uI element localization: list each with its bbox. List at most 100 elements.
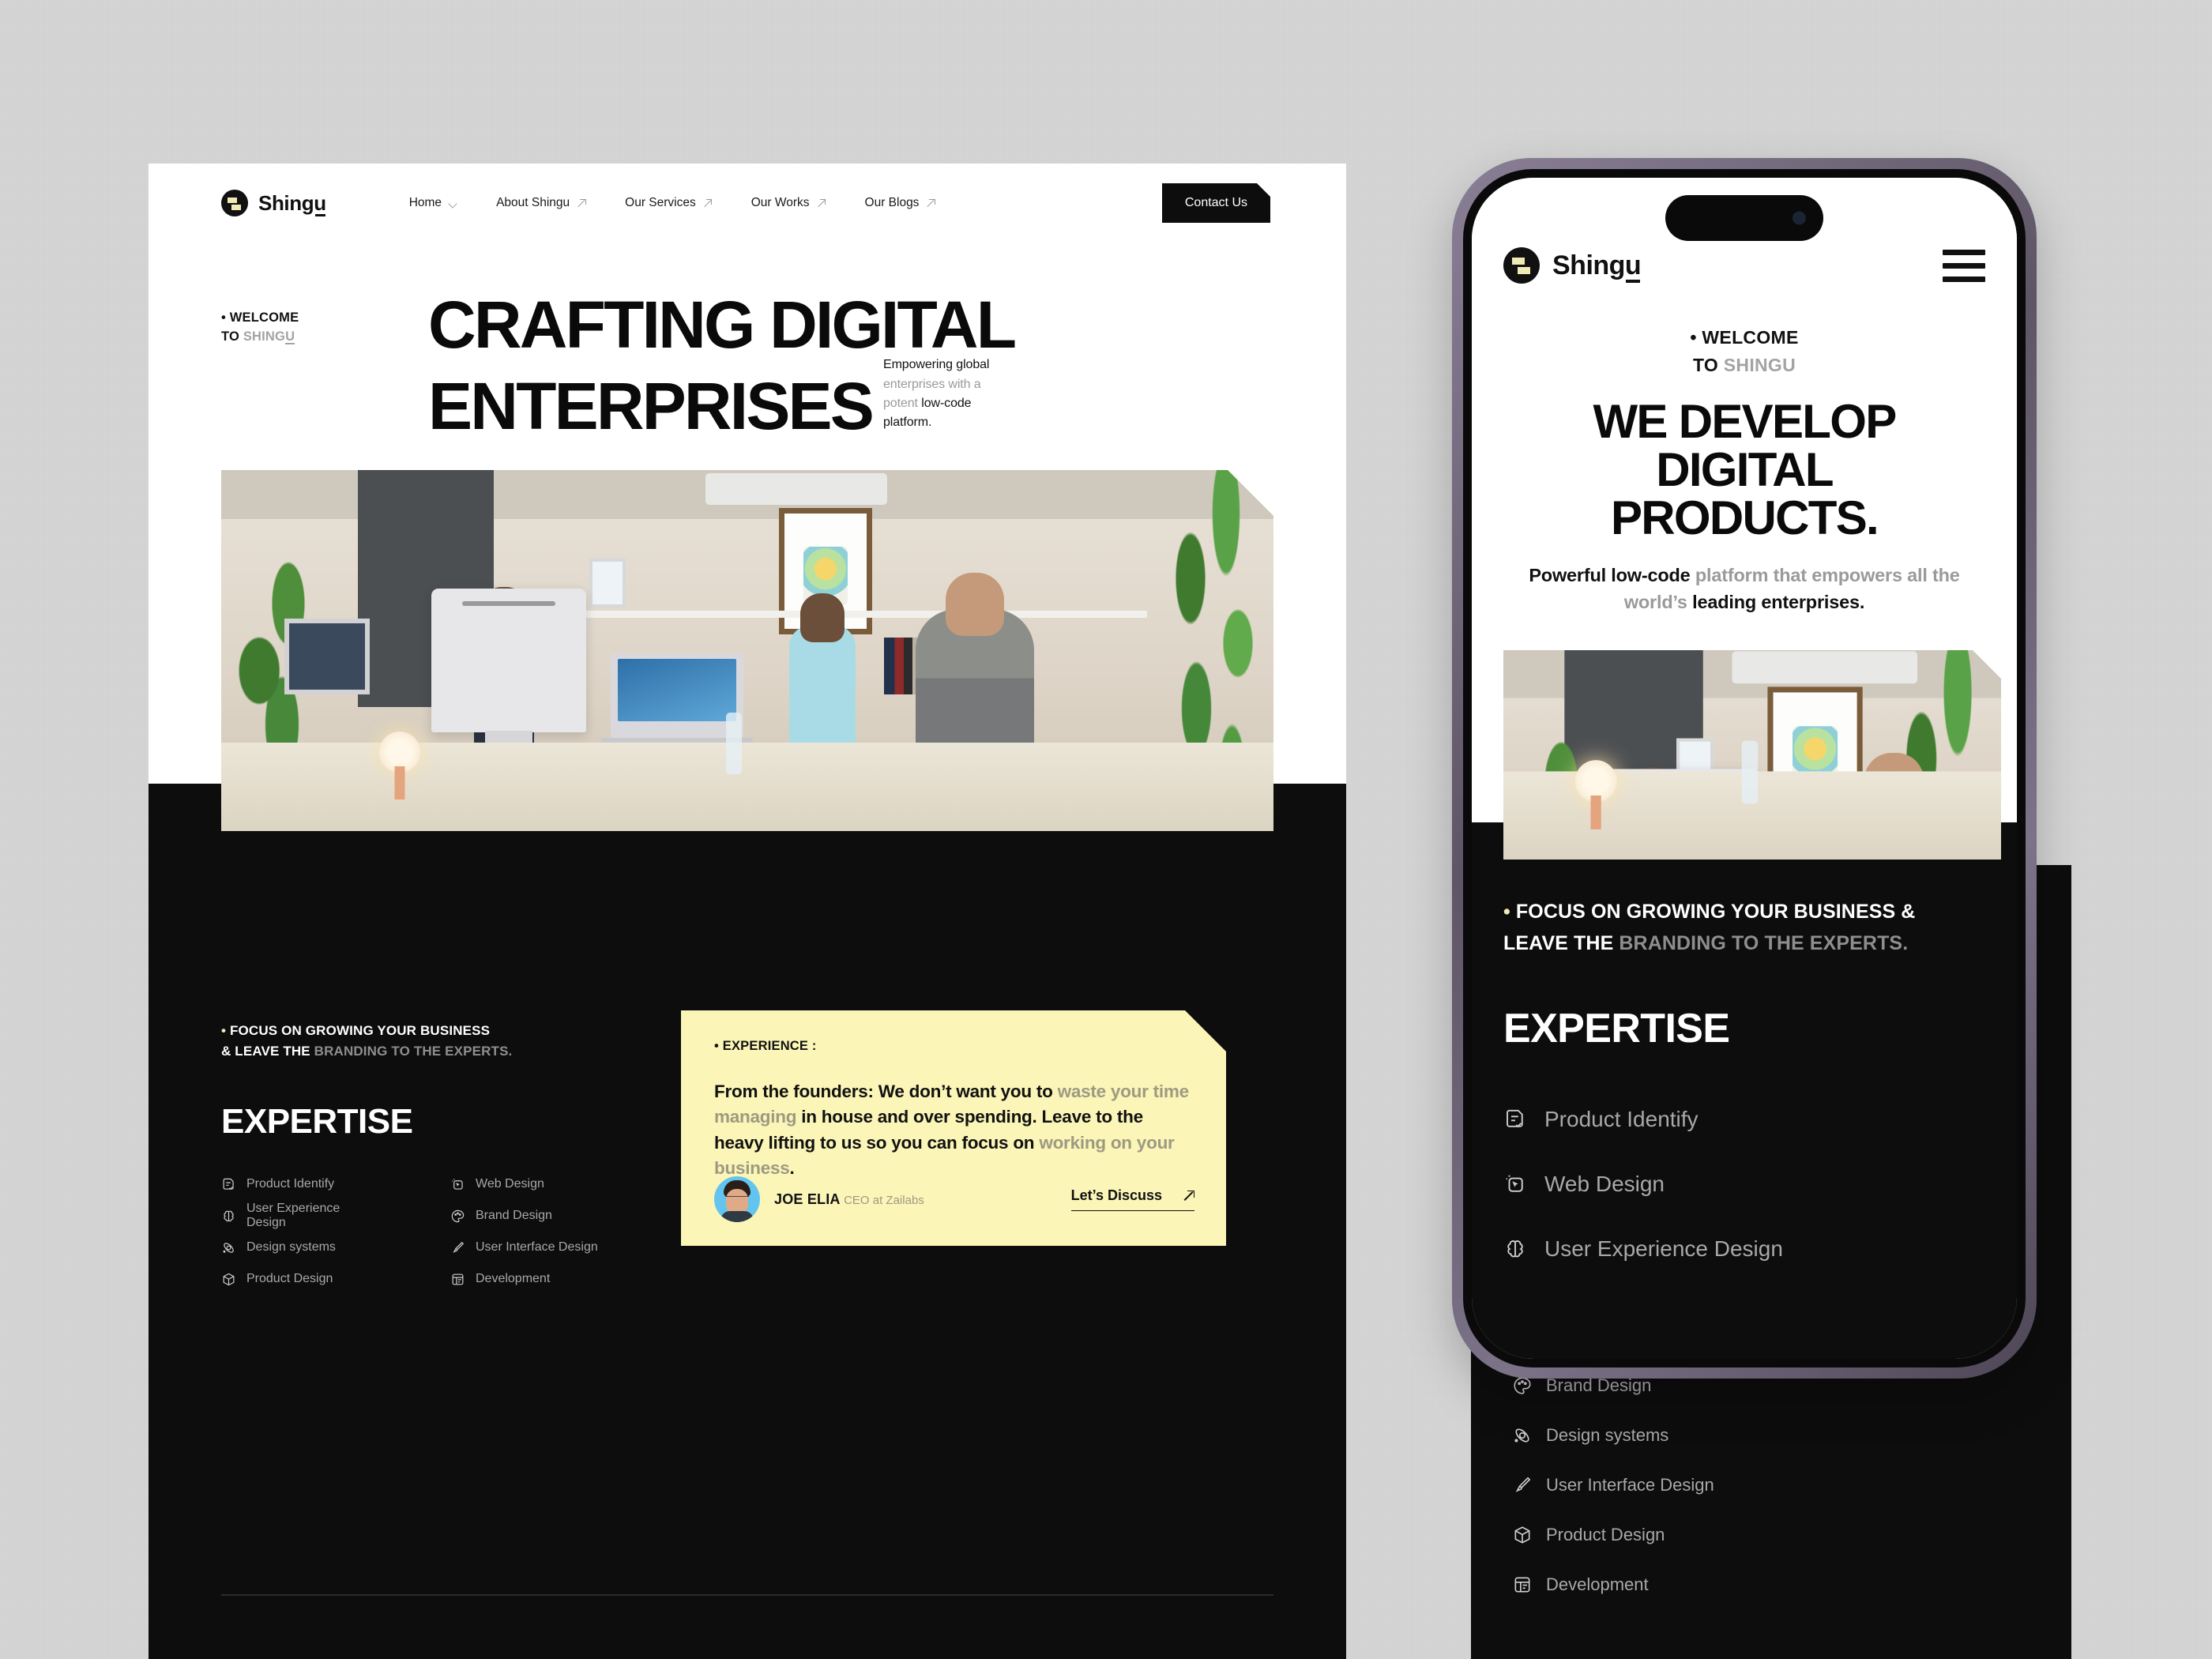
expertise-label: User Experience Design: [1544, 1236, 1783, 1261]
arrow-up-right-icon: [817, 198, 826, 208]
expertise-label: Product Design: [1546, 1525, 1665, 1545]
bullet-dot: •: [1503, 901, 1510, 923]
lets-discuss-link[interactable]: Let’s Discuss: [1071, 1187, 1194, 1211]
expertise-label: Brand Design: [1546, 1375, 1652, 1396]
expertise-label: Design systems: [1546, 1425, 1669, 1446]
welcome-to: TO: [1692, 354, 1724, 375]
expertise-label: Product Identify: [246, 1177, 335, 1191]
document-check-icon: [1507, 1109, 1523, 1128]
mobile-screen-expertise-item-web-design[interactable]: Web Design: [1503, 1152, 1985, 1217]
expertise-label: User Experience Design: [246, 1202, 340, 1229]
office-photo: [1503, 650, 2001, 860]
hamburger-icon[interactable]: [1943, 249, 1985, 282]
nav-item-home[interactable]: Home: [409, 196, 457, 210]
expertise-label: Product Design: [246, 1272, 333, 1285]
expertise-item-design-systems[interactable]: Design systems: [221, 1232, 379, 1263]
welcome-line-1: • WELCOME: [221, 310, 299, 325]
phone-bezel: Shingu • WELCOME TO SHINGU WE DEVELOP DI…: [1463, 169, 2026, 1367]
hero-office-image: [221, 470, 1273, 831]
expertise-item-development[interactable]: Development: [450, 1263, 790, 1295]
expertise-label: User Interface Design: [476, 1240, 598, 1254]
nav-item-about-shingu[interactable]: About Shingu: [496, 196, 586, 210]
mobile-screen-expertise-item-user-experience-design[interactable]: User Experience Design: [1503, 1217, 1985, 1281]
expertise-label: Development: [476, 1272, 551, 1285]
mobile-screen-expertise-list: Product Identify Web Design User Experie…: [1503, 1087, 1985, 1281]
brand-logo[interactable]: Shingu: [221, 190, 326, 216]
expertise-item-product-design[interactable]: Product Design: [221, 1263, 379, 1295]
mobile-title-line-2: DIGITAL: [1656, 443, 1834, 497]
sub-strong-1: Powerful low-code: [1529, 565, 1695, 585]
mobile-expertise-item-development[interactable]: Development: [1512, 1560, 2049, 1610]
lets-discuss-label: Let’s Discuss: [1070, 1187, 1162, 1203]
atom-icon: [1514, 1428, 1529, 1443]
quote-part-1: From the founders: We don’t want you to: [714, 1082, 1058, 1101]
mobile-screen-expertise-heading: EXPERTISE: [1503, 1006, 1730, 1051]
arrow-up-right-icon: [577, 198, 586, 208]
hero-title-line-1: CRAFTING DIGITAL: [428, 288, 1017, 362]
section-divider: [221, 1594, 1273, 1596]
expertise-label: Web Design: [476, 1177, 544, 1191]
experience-card: • EXPERIENCE : From the founders: We don…: [681, 1010, 1226, 1246]
arrow-up-right-icon: [926, 198, 935, 208]
nav-item-our-services[interactable]: Our Services: [625, 196, 713, 210]
welcome-eyebrow: • WELCOME TO SHINGU: [221, 309, 379, 347]
brush-icon: [1515, 1477, 1531, 1493]
expertise-heading: EXPERTISE: [221, 1102, 413, 1141]
cursor-frame-icon: [1506, 1175, 1523, 1192]
card-quote: From the founders: We don’t want you to …: [714, 1079, 1194, 1182]
phone-mockup: Shingu • WELCOME TO SHINGU WE DEVELOP DI…: [1452, 158, 2037, 1379]
mobile-navbar: Shingu: [1503, 247, 1985, 284]
mobile-title-line-1: WE DEVELOP: [1593, 395, 1897, 448]
dynamic-island: [1665, 195, 1823, 241]
desktop-mockup: Shingu Home About Shingu Our Services Ou…: [149, 164, 1346, 1659]
welcome-brand: SHINGU: [243, 329, 295, 344]
welcome-to: TO: [221, 329, 243, 344]
expertise-label: Product Identify: [1544, 1107, 1698, 1131]
mobile-hero-subtitle: Powerful low-code platform that empowers…: [1505, 562, 1984, 615]
focus-statement: • FOCUS ON GROWING YOUR BUSINESS & LEAVE…: [221, 1021, 664, 1062]
nav-item-our-blogs[interactable]: Our Blogs: [865, 196, 936, 210]
welcome-line-1: • WELCOME: [1690, 327, 1799, 348]
contact-us-button[interactable]: Contact Us: [1162, 183, 1270, 223]
mobile-expertise-item-design-systems[interactable]: Design systems: [1512, 1411, 2049, 1461]
mobile-screen-focus-statement: • FOCUS ON GROWING YOUR BUSINESS & LEAVE…: [1503, 897, 1985, 959]
author-name: JOE ELIA: [774, 1191, 841, 1207]
brush-icon: [453, 1241, 465, 1253]
brand-name: Shingu: [1552, 250, 1642, 283]
atom-icon: [223, 1242, 234, 1253]
brain-icon: [224, 1210, 234, 1221]
mobile-page-title: WE DEVELOP DIGITAL PRODUCTS.: [1472, 397, 2017, 543]
palette-icon: [1514, 1377, 1531, 1394]
cursor-frame-icon: [452, 1178, 463, 1190]
front-camera-icon: [1793, 211, 1806, 225]
mobile-expertise-item-product-design[interactable]: Product Design: [1512, 1510, 2049, 1560]
nav-item-our-works[interactable]: Our Works: [751, 196, 826, 210]
desktop-nav-links: Home About Shingu Our Services Our Works…: [409, 196, 936, 210]
brain-icon: [1507, 1240, 1523, 1258]
phone-screen: Shingu • WELCOME TO SHINGU WE DEVELOP DI…: [1472, 178, 2017, 1359]
expertise-item-product-identify[interactable]: Product Identify: [221, 1168, 379, 1200]
expertise-label: Development: [1546, 1574, 1649, 1595]
hero-title-line-2: ENTERPRISES: [428, 369, 875, 444]
box-icon: [223, 1273, 235, 1285]
card-footer: JOE ELIA CEO at Zailabs Let’s Discuss: [714, 1176, 1194, 1222]
quote-part-3: .: [789, 1158, 795, 1179]
mobile-hero-office-image: [1503, 650, 2001, 860]
focus-grey: BRANDING TO THE EXPERTS.: [314, 1043, 513, 1059]
nav-label: Our Services: [625, 196, 696, 209]
author-role: CEO at Zailabs: [844, 1193, 924, 1207]
arrow-up-right-icon: [703, 198, 713, 208]
mobile-expertise-item-user-interface-design[interactable]: User Interface Design: [1512, 1461, 2049, 1510]
welcome-brand: SHINGU: [1723, 354, 1796, 375]
hero-subtitle: Empowering global enterprises with a pot…: [883, 356, 1010, 432]
page-title: CRAFTING DIGITAL ENTERPRISES Empowering …: [428, 288, 1272, 444]
arrow-up-right-icon: [1183, 1190, 1194, 1202]
expertise-label: Web Design: [1544, 1172, 1665, 1196]
mobile-screen-expertise-item-product-identify[interactable]: Product Identify: [1503, 1087, 1985, 1152]
focus-grey: BRANDING TO THE EXPERTS.: [1619, 931, 1909, 954]
nav-label: Our Blogs: [864, 196, 920, 209]
nav-label: Our Works: [750, 196, 810, 209]
nav-label: Home: [408, 196, 442, 209]
card-kicker: • EXPERIENCE :: [714, 1039, 817, 1053]
expertise-item-user-experience-design[interactable]: User Experience Design: [221, 1200, 379, 1232]
